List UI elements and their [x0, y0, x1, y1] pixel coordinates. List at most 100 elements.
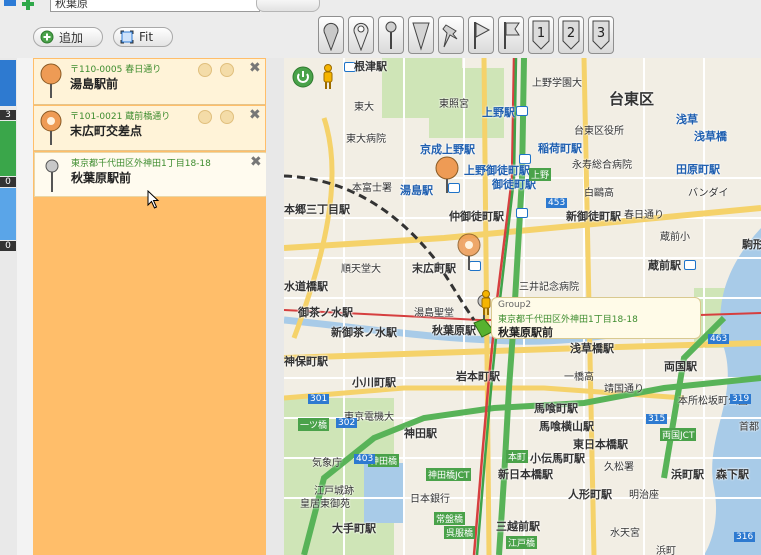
marker-flag-button[interactable]: [498, 16, 524, 54]
map-label: 新日本橋駅: [498, 468, 553, 481]
map-marker-yushima[interactable]: [434, 156, 460, 194]
map-label: 駒形: [742, 238, 761, 251]
number-2-icon: 2: [562, 20, 580, 50]
item-name: 秋葉原駅前: [71, 171, 132, 185]
map-label: 永寿総合病院: [572, 160, 632, 171]
map-label: 浅草: [676, 113, 698, 126]
group-chip-green[interactable]: [0, 121, 16, 176]
group-chip-blue[interactable]: [0, 60, 16, 106]
map-label: 蔵前小: [660, 232, 690, 243]
marker-toolbar: 1 2 3: [318, 16, 614, 56]
marker-pin-needle-button[interactable]: [378, 16, 404, 54]
map-label: 大手町駅: [332, 522, 376, 535]
route-shield: 302: [336, 418, 358, 428]
map-label: 蔵前駅: [648, 259, 681, 272]
map-label: 湯島駅: [400, 184, 433, 197]
map-label: 東大: [354, 102, 374, 113]
route-shield: 403: [354, 454, 376, 464]
route-shield: 316: [734, 532, 756, 542]
map-pin-icon: [40, 110, 62, 145]
map-label: 両国JCT: [660, 428, 697, 441]
marker-pin-round-button[interactable]: [318, 16, 344, 54]
list-item[interactable]: 〒110-0005 春日通り 湯島駅前 ✖: [34, 59, 265, 105]
map-label: 浜町: [656, 546, 676, 555]
map-label: 新御茶ノ水駅: [331, 326, 397, 339]
marker-info-popup[interactable]: Group2 東京都千代田区外神田1丁目18-18 秋葉原駅前: [491, 297, 701, 339]
map-label: 根津駅: [354, 60, 387, 73]
marker-pin-triangle-button[interactable]: [408, 16, 434, 54]
route-shield: 319: [730, 394, 752, 404]
panel-divider[interactable]: [266, 58, 284, 555]
map-label: 一橋高: [564, 372, 594, 383]
map-label: 浜町駅: [671, 468, 704, 481]
pegman-control-icon[interactable]: [320, 64, 336, 90]
add-button[interactable]: 追加: [33, 27, 103, 47]
map-label: 小伝馬町駅: [530, 452, 585, 465]
item-settings-icon[interactable]: [220, 63, 234, 77]
map-label: 三井記念病院: [519, 282, 579, 293]
marker-number-3-button[interactable]: 3: [588, 16, 614, 54]
map-label: 上野駅: [482, 106, 515, 119]
map-label: 浅草橋: [694, 130, 727, 143]
group-count-3: 0: [0, 241, 16, 251]
item-edit-icon[interactable]: [198, 110, 212, 124]
map-label: 靖国通り: [604, 384, 644, 395]
map-label: 東照宮: [439, 99, 469, 110]
station-marker[interactable]: [684, 260, 696, 270]
map-label: 湯島聖堂: [414, 308, 454, 319]
marker-pushpin-button[interactable]: [438, 16, 464, 54]
map-label: 本郷三丁目駅: [284, 203, 350, 216]
popup-group: Group2: [498, 300, 532, 310]
item-settings-icon[interactable]: [220, 110, 234, 124]
group-chip-lightblue[interactable]: [0, 188, 16, 240]
marker-number-2-button[interactable]: 2: [558, 16, 584, 54]
top-toolbar: 追加 Fit 1 2: [0, 0, 761, 58]
item-address: 〒101-0021 蔵前橋通り: [70, 112, 171, 122]
map-label: 白鷗高: [584, 188, 614, 199]
map-pin-icon: [40, 63, 62, 98]
group-count-1: 3: [0, 110, 16, 120]
route-shield: 453: [546, 198, 568, 208]
fit-button[interactable]: Fit: [113, 27, 173, 47]
flag-triangle-icon: [474, 22, 491, 49]
item-address: 東京都千代田区外神田1丁目18-18: [71, 159, 211, 169]
map-marker-suehirocho[interactable]: [456, 233, 482, 271]
fit-icon: [120, 30, 134, 44]
map-label: 首都: [739, 422, 759, 433]
list-item[interactable]: 〒101-0021 蔵前橋通り 末広町交差点 ✖: [34, 106, 265, 151]
pin-outline-icon: [353, 22, 369, 51]
app-logo-icon: [4, 0, 34, 10]
map-zoom-reset-icon[interactable]: [292, 66, 314, 88]
item-close-icon[interactable]: ✖: [249, 107, 261, 123]
add-icon: [40, 30, 54, 44]
map-label: 両国駅: [664, 360, 697, 373]
map-label: 馬喰横山駅: [539, 420, 594, 433]
map-label: 気象庁: [312, 458, 342, 469]
map-label: 明治座: [629, 490, 659, 501]
map-label: 三越前駅: [496, 520, 540, 533]
item-close-icon[interactable]: ✖: [250, 154, 262, 170]
map-label: 仲御徒町駅: [449, 210, 504, 223]
map-label: 森下駅: [716, 468, 749, 481]
map-label: 久松署: [604, 462, 634, 473]
map-label: 水道橋駅: [284, 280, 328, 293]
marker-flag-triangle-button[interactable]: [468, 16, 494, 54]
pin-needle-icon: [385, 21, 397, 49]
station-marker[interactable]: [516, 208, 528, 218]
station-marker[interactable]: [516, 106, 528, 116]
map-label: 台東区役所: [574, 126, 624, 137]
search-input[interactable]: [50, 0, 260, 12]
item-close-icon[interactable]: ✖: [249, 60, 261, 76]
map-label: 常盤橋: [434, 512, 466, 525]
map-label: 東大病院: [346, 134, 386, 145]
search-button[interactable]: [256, 0, 320, 12]
pin-triangle-icon: [412, 22, 430, 51]
pushpin-icon: [442, 24, 458, 48]
map-label: 江戸橋: [506, 536, 538, 549]
marker-number-1-button[interactable]: 1: [528, 16, 554, 54]
map-label: 新御徒町駅: [566, 210, 621, 223]
route-shield: 301: [308, 394, 330, 404]
marker-pin-outline-button[interactable]: [348, 16, 374, 54]
popup-name: 秋葉原駅前: [498, 326, 553, 339]
item-edit-icon[interactable]: [198, 63, 212, 77]
